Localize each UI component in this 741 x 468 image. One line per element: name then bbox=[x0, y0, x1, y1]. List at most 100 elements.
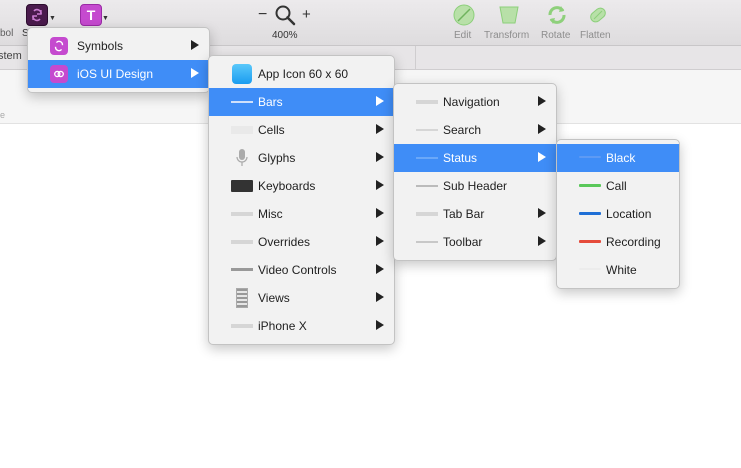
menu-item-label: Navigation bbox=[443, 95, 500, 109]
menu-item-iphone-x[interactable]: iPhone X bbox=[209, 312, 394, 340]
insert-text-button[interactable]: T bbox=[80, 4, 102, 26]
edit-label: Edit bbox=[454, 30, 472, 41]
status-bar-call-icon bbox=[579, 184, 601, 187]
symbol-link-icon bbox=[50, 65, 68, 83]
misc-icon bbox=[231, 212, 253, 216]
menu-item-label: Toolbar bbox=[443, 235, 483, 249]
menu-item-black[interactable]: Black bbox=[557, 144, 679, 172]
chevron-right-icon bbox=[376, 180, 384, 190]
menu-item-label: Glyphs bbox=[258, 151, 296, 165]
iphone-x-icon bbox=[231, 324, 253, 328]
status-bar-recording-icon bbox=[579, 240, 601, 243]
menu-item-recording[interactable]: Recording bbox=[557, 228, 679, 256]
menu-item-cells[interactable]: Cells bbox=[209, 116, 394, 144]
menu-item-label: White bbox=[606, 263, 637, 277]
chevron-right-icon bbox=[376, 208, 384, 218]
menu-item-views[interactable]: Views bbox=[209, 284, 394, 312]
menu-item-label: App Icon 60 x 60 bbox=[258, 67, 349, 81]
menu-item-label: Search bbox=[443, 123, 482, 137]
chevron-right-icon bbox=[191, 40, 199, 50]
menu-item-video-controls[interactable]: Video Controls bbox=[209, 256, 394, 284]
transform-icon[interactable] bbox=[497, 3, 521, 27]
overrides-icon bbox=[231, 240, 253, 244]
chevron-right-icon bbox=[538, 152, 546, 162]
ruler-mark: e bbox=[0, 110, 6, 120]
menu-item-white[interactable]: White bbox=[557, 256, 679, 284]
menu-item-navigation[interactable]: Navigation bbox=[394, 88, 556, 116]
menu-item-label: Recording bbox=[606, 235, 661, 249]
zoom-in-button[interactable]: + bbox=[302, 6, 311, 23]
chevron-right-icon bbox=[376, 96, 384, 106]
status-bar-black-icon bbox=[579, 156, 601, 158]
menu-item-bars[interactable]: Bars bbox=[209, 88, 394, 116]
chevron-right-icon bbox=[376, 292, 384, 302]
menu-item-app-icon[interactable]: App Icon 60 x 60 bbox=[209, 60, 394, 88]
menu-item-toolbar[interactable]: Toolbar bbox=[394, 228, 556, 256]
chevron-right-icon bbox=[538, 124, 546, 134]
search-bar-icon bbox=[416, 129, 438, 131]
flatten-icon[interactable] bbox=[586, 3, 610, 27]
symbol-icon bbox=[32, 8, 42, 22]
chevron-right-icon bbox=[538, 96, 546, 106]
rotate-icon[interactable] bbox=[545, 3, 569, 27]
status-bar-white-icon bbox=[579, 268, 601, 270]
menu-item-location[interactable]: Location bbox=[557, 200, 679, 228]
video-controls-icon bbox=[231, 268, 253, 271]
status-bar-icon bbox=[416, 157, 438, 159]
sub-header-icon bbox=[416, 185, 438, 187]
edit-icon[interactable] bbox=[452, 3, 476, 27]
magnifier-icon[interactable] bbox=[274, 4, 296, 26]
tab-divider bbox=[415, 46, 416, 70]
menu-item-glyphs[interactable]: Glyphs bbox=[209, 144, 394, 172]
menu-item-sub-header[interactable]: Sub Header bbox=[394, 172, 556, 200]
chevron-right-icon bbox=[376, 124, 384, 134]
insert-symbol-menu: Symbols iOS UI Design bbox=[27, 27, 210, 93]
zoom-control: − + bbox=[258, 4, 318, 26]
menu-item-misc[interactable]: Misc bbox=[209, 200, 394, 228]
menu-item-label: Tab Bar bbox=[443, 207, 485, 221]
tab-bar-icon bbox=[416, 212, 438, 216]
keyboard-icon bbox=[231, 180, 253, 192]
menu-item-label: Video Controls bbox=[258, 263, 337, 277]
symbol-label-fragment: bol bbox=[0, 28, 14, 39]
bars-menu: Navigation Search Status Sub Header Tab … bbox=[393, 83, 557, 261]
menu-item-label: Black bbox=[606, 151, 636, 165]
views-icon bbox=[236, 288, 248, 308]
menu-item-call[interactable]: Call bbox=[557, 172, 679, 200]
menu-item-status[interactable]: Status bbox=[394, 144, 556, 172]
insert-symbol-button[interactable] bbox=[26, 4, 48, 26]
menu-item-label: Overrides bbox=[258, 235, 311, 249]
menu-item-overrides[interactable]: Overrides bbox=[209, 228, 394, 256]
menu-item-tab-bar[interactable]: Tab Bar bbox=[394, 200, 556, 228]
flatten-label: Flatten bbox=[580, 30, 611, 41]
menu-item-label: Keyboards bbox=[258, 179, 316, 193]
status-menu: Black Call Location Recording White bbox=[556, 139, 680, 289]
tab-label-fragment[interactable]: stem bbox=[0, 50, 22, 62]
menu-item-label: Call bbox=[606, 179, 627, 193]
cell-icon bbox=[231, 126, 253, 134]
chevron-right-icon bbox=[538, 236, 546, 246]
app-icon bbox=[232, 64, 252, 84]
menu-item-label: Views bbox=[258, 291, 290, 305]
chevron-right-icon bbox=[538, 208, 546, 218]
menu-item-ios-ui-design[interactable]: iOS UI Design bbox=[28, 60, 209, 88]
navigation-bar-icon bbox=[416, 100, 438, 104]
chevron-right-icon bbox=[376, 320, 384, 330]
menu-item-symbols[interactable]: Symbols bbox=[28, 32, 209, 60]
chevron-right-icon bbox=[376, 152, 384, 162]
chevron-right-icon bbox=[376, 236, 384, 246]
zoom-out-button[interactable]: − bbox=[258, 6, 267, 24]
rotate-label: Rotate bbox=[541, 30, 571, 41]
menu-item-label: Misc bbox=[258, 207, 283, 221]
menu-item-keyboards[interactable]: Keyboards bbox=[209, 172, 394, 200]
symbol-icon bbox=[50, 37, 68, 55]
chevron-right-icon bbox=[191, 68, 199, 78]
menu-item-search[interactable]: Search bbox=[394, 116, 556, 144]
toolbar-icon bbox=[416, 241, 438, 243]
menu-item-label: iPhone X bbox=[258, 319, 307, 333]
microphone-icon bbox=[236, 149, 248, 166]
menu-item-label: iOS UI Design bbox=[77, 67, 154, 81]
menu-item-label: Cells bbox=[258, 123, 285, 137]
menu-item-label: Status bbox=[443, 151, 478, 165]
menu-item-label: Bars bbox=[258, 95, 283, 109]
